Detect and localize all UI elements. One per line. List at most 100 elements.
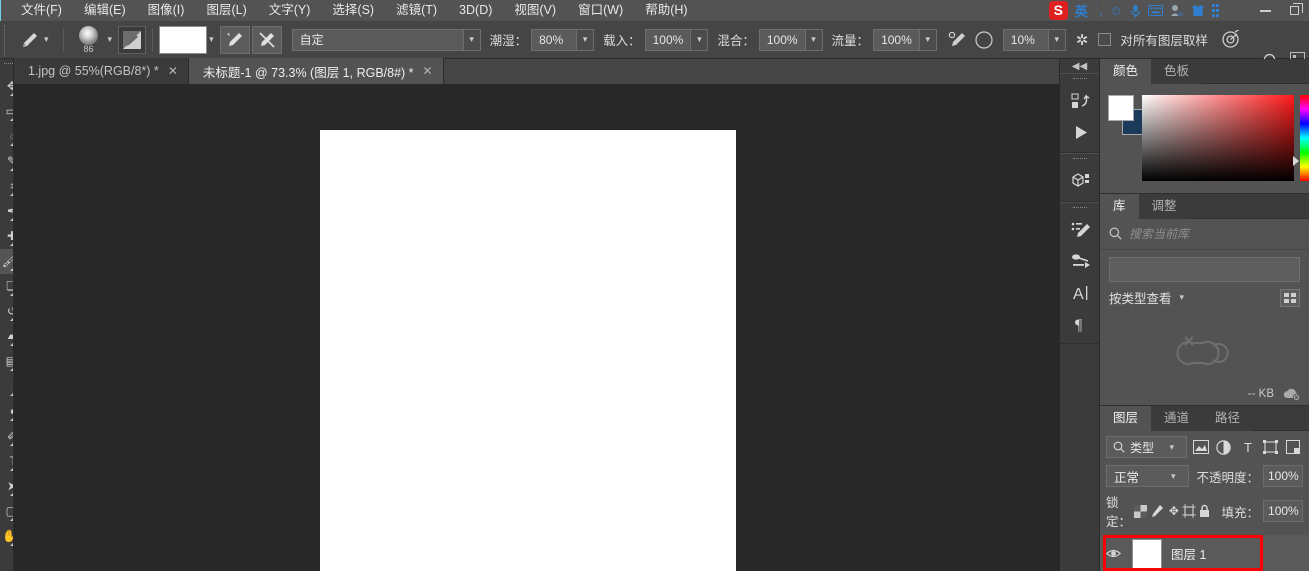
history-brush-tool[interactable]: ↺ xyxy=(0,299,13,324)
punctuation-icon[interactable]: ˙, xyxy=(1095,4,1103,17)
menu-help[interactable]: 帮助(H) xyxy=(634,0,698,21)
history-icon[interactable] xyxy=(1060,86,1101,117)
menu-file[interactable]: 文件(F) xyxy=(10,0,73,21)
tab-color[interactable]: 颜色 xyxy=(1100,59,1151,84)
document-tab-2[interactable]: 未标题-1 @ 73.3% (图层 1, RGB/8#) * ✕ xyxy=(189,58,444,84)
filter-adjustment-icon[interactable] xyxy=(1216,440,1233,455)
brush-settings-icon[interactable] xyxy=(1060,215,1101,246)
library-view-label[interactable]: 按类型查看 xyxy=(1109,288,1172,307)
lasso-tool[interactable]: ◌ xyxy=(0,124,13,149)
menu-grid-icon[interactable] xyxy=(1212,4,1219,17)
grid-view-icon[interactable] xyxy=(1280,289,1300,307)
type-tool[interactable]: T xyxy=(0,449,13,474)
brush-picker-chevron-icon[interactable]: ▾ xyxy=(108,34,113,45)
menu-image[interactable]: 图像(I) xyxy=(137,0,196,21)
restore-button[interactable] xyxy=(1280,0,1309,21)
mix-input[interactable]: 100% xyxy=(759,29,806,51)
foreground-color-swatch[interactable] xyxy=(1108,95,1134,121)
menu-edit[interactable]: 编辑(E) xyxy=(73,0,137,21)
path-select-tool[interactable]: ➤ xyxy=(0,474,13,499)
tab-paths[interactable]: 路径 xyxy=(1202,406,1253,431)
sample-all-layers-checkbox[interactable] xyxy=(1098,33,1111,46)
library-search-input[interactable]: 搜索当前库 xyxy=(1129,225,1189,242)
tools-panel-grip[interactable] xyxy=(4,63,13,69)
flow-chevron-icon[interactable]: ▾ xyxy=(920,29,937,51)
dock-grip[interactable] xyxy=(1073,78,1087,83)
tab-libraries[interactable]: 库 xyxy=(1100,194,1139,219)
keyboard-icon[interactable] xyxy=(1148,5,1163,16)
filter-smart-object-icon[interactable] xyxy=(1286,440,1303,454)
marquee-tool[interactable]: ▭ xyxy=(0,99,13,124)
color-spectrum[interactable] xyxy=(1142,95,1294,181)
layer-filter-type-select[interactable]: 类型 ▾ xyxy=(1106,436,1187,458)
chevron-down-icon[interactable]: ▾ xyxy=(1169,442,1174,453)
character-icon[interactable]: A xyxy=(1060,277,1101,308)
eyedropper-tool[interactable]: ✒ xyxy=(0,199,13,224)
library-selector[interactable] xyxy=(1109,257,1300,282)
filter-shape-icon[interactable] xyxy=(1263,440,1280,454)
chevron-down-icon[interactable]: ▾ xyxy=(1180,292,1185,303)
wet-chevron-icon[interactable]: ▾ xyxy=(577,29,594,51)
mix-chevron-icon[interactable]: ▾ xyxy=(806,29,823,51)
shape-tool[interactable]: ▢ xyxy=(0,499,13,524)
smoothing-icon[interactable] xyxy=(971,27,997,53)
minimize-button[interactable] xyxy=(1251,0,1280,21)
3d-icon[interactable] xyxy=(1060,166,1101,197)
filter-pixel-icon[interactable] xyxy=(1193,440,1210,454)
brush-load-swatch[interactable] xyxy=(118,26,146,54)
cloud-offline-icon[interactable] xyxy=(1282,387,1301,401)
avatar-icon[interactable]: 2D xyxy=(1170,4,1184,17)
tab-swatches[interactable]: 色板 xyxy=(1151,59,1202,84)
lock-all-icon[interactable] xyxy=(1198,504,1214,518)
canvas-area[interactable] xyxy=(14,85,1059,571)
lock-artboard-icon[interactable] xyxy=(1182,504,1198,518)
layer-thumbnail[interactable] xyxy=(1132,539,1162,569)
tab-layers[interactable]: 图层 xyxy=(1100,406,1151,431)
move-tool[interactable]: ✥ xyxy=(0,74,13,99)
blur-tool[interactable]: ◔ xyxy=(0,374,13,399)
menu-filter[interactable]: 滤镜(T) xyxy=(385,0,448,21)
dodge-tool[interactable]: ◐ xyxy=(0,399,13,424)
symmetry-icon[interactable] xyxy=(1218,27,1244,53)
tool-preset-chevron-icon[interactable]: ▾ xyxy=(44,34,49,45)
brush-preview[interactable]: 86 xyxy=(72,25,106,55)
crop-tool[interactable]: ⌗ xyxy=(0,174,13,199)
gear-icon[interactable]: ✲ xyxy=(1076,31,1089,49)
paragraph-icon[interactable]: ¶ xyxy=(1060,308,1101,339)
filter-type-icon[interactable]: T xyxy=(1239,440,1256,455)
dock-grip[interactable] xyxy=(1073,207,1087,212)
brush-presets-icon[interactable] xyxy=(1060,246,1101,277)
sogou-logo-icon[interactable]: S xyxy=(1049,1,1068,20)
eye-icon[interactable] xyxy=(1106,548,1123,559)
lock-position-icon[interactable]: ✥ xyxy=(1166,504,1182,518)
load-input[interactable]: 100% xyxy=(645,29,692,51)
brush-combination-chevron-icon[interactable]: ▾ xyxy=(464,29,481,51)
mixer-brush-tool-icon[interactable] xyxy=(16,27,42,53)
menu-window[interactable]: 窗口(W) xyxy=(567,0,634,21)
pen-tool[interactable]: ✐ xyxy=(0,424,13,449)
close-icon[interactable]: ✕ xyxy=(423,64,433,78)
play-icon[interactable] xyxy=(1060,117,1101,148)
skin-icon[interactable] xyxy=(1191,4,1205,17)
airbrush-icon[interactable] xyxy=(945,27,971,53)
clone-stamp-tool[interactable]: ❏ xyxy=(0,274,13,299)
opacity-input[interactable]: 100% xyxy=(1263,465,1303,487)
menu-view[interactable]: 视图(V) xyxy=(503,0,567,21)
collapse-panels-icon[interactable]: ◀◀ xyxy=(1060,59,1099,73)
load-chevron-icon[interactable]: ▾ xyxy=(691,29,708,51)
document-tab-1[interactable]: 1.jpg @ 55%(RGB/8*) * ✕ xyxy=(14,58,189,84)
blend-mode-select[interactable]: 正常 ▾ xyxy=(1106,465,1189,487)
gradient-tool[interactable]: ▤ xyxy=(0,349,13,374)
emoji-icon[interactable]: ☺ xyxy=(1110,4,1123,17)
menu-layer[interactable]: 图层(L) xyxy=(195,0,257,21)
hand-tool[interactable]: ✋ xyxy=(0,524,13,549)
hue-slider[interactable] xyxy=(1300,95,1309,181)
smoothing-input[interactable]: 10% xyxy=(1003,29,1049,51)
close-icon[interactable]: ✕ xyxy=(168,64,178,78)
brush-tool[interactable]: 🖌 xyxy=(0,249,13,274)
tab-adjustments[interactable]: 调整 xyxy=(1139,194,1190,219)
flow-input[interactable]: 100% xyxy=(873,29,920,51)
brush-reservoir-color[interactable] xyxy=(159,26,207,54)
brush-combination-preset[interactable]: 自定 xyxy=(292,29,464,51)
lock-image-icon[interactable] xyxy=(1150,504,1166,518)
